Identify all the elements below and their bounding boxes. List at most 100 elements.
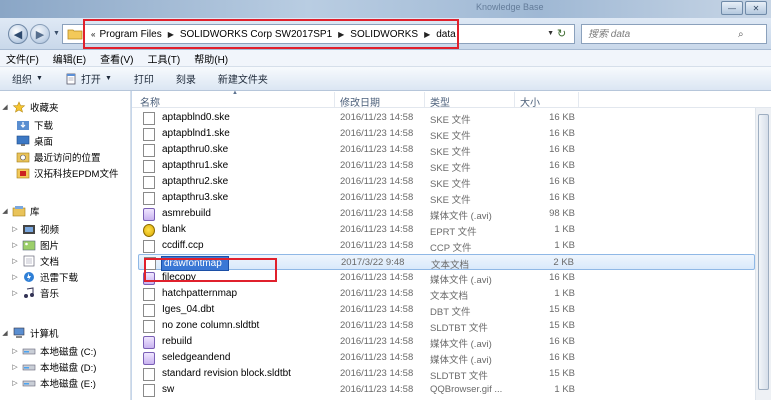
file-row[interactable]: aptapthru2.ske 2016/11/23 14:58 SKE 文件 16 K… [138,174,755,190]
collapse-arrow-icon[interactable]: ▷ [10,225,20,233]
nav-disk-e[interactable]: ▷ 本地磁盘 (E:) [10,375,96,391]
file-row[interactable]: rebuild 2016/11/23 14:58 媒体文件 (.avi) 16 KB [138,334,755,350]
menu-file[interactable]: 文件(F) [6,51,39,66]
file-row[interactable]: no zone column.sldtbt 2016/11/23 14:58 SLD… [138,318,755,334]
crumb-solidworks[interactable]: SOLIDWORKS [350,29,418,40]
file-size: 1 KB [554,384,575,395]
forward-button[interactable]: ▶ [30,24,50,44]
expand-arrow-icon[interactable]: ◢ [0,207,10,215]
file-row[interactable]: Iges_04.dbt 2016/11/23 14:58 DBT 文件 15 KB [138,302,755,318]
nav-music[interactable]: ▷ 音乐 [10,285,59,301]
collapse-arrow-icon[interactable]: ▷ [10,241,20,249]
file-row[interactable]: ccdiff.ccp 2016/11/23 14:58 CCP 文件 1 KB [138,238,755,254]
file-name[interactable]: drawfontmap [161,256,229,271]
close-button[interactable]: ✕ [745,1,767,15]
menu-view[interactable]: 查看(V) [100,51,133,66]
crumb-solidworks-corp[interactable]: SOLIDWORKS Corp SW2017SP1 [180,29,332,40]
drive-icon [22,364,36,371]
address-dropdown-icon[interactable]: ▼ [547,30,554,37]
open-button[interactable]: 打开 ▼ [65,71,112,86]
menu-edit[interactable]: 编辑(E) [53,51,86,66]
nav-computer[interactable]: ◢ 计算机 [0,325,59,341]
column-divider[interactable] [578,92,579,107]
file-name: sw [162,384,175,395]
file-row[interactable]: sw 2016/11/23 14:58 QQBrowser.gif ... 1 KB [138,382,755,398]
nav-disk-c[interactable]: ▷ 本地磁盘 (C:) [10,343,96,359]
file-row[interactable]: filecopy 2016/11/23 14:58 媒体文件 (.avi) 16 KB [138,270,755,286]
refresh-icon[interactable]: ↻ [557,27,571,41]
column-divider[interactable] [514,92,515,107]
collapse-arrow-icon[interactable]: ▷ [10,379,20,387]
nav-libraries[interactable]: ◢ 库 [0,203,40,219]
nav-downloads-label: 下载 [34,121,54,132]
menu-tools[interactable]: 工具(T) [147,51,180,66]
music-icon [24,287,34,298]
nav-downloads[interactable]: 下载 [14,117,53,133]
file-modified: 2016/11/23 14:58 [340,384,414,395]
file-name: aptapthru1.ske [162,160,229,171]
column-modified[interactable]: 修改日期 [340,94,380,109]
file-row[interactable]: blank 2016/11/23 14:58 EPRT 文件 1 KB [138,222,755,238]
expand-arrow-icon[interactable]: ◢ [0,329,10,337]
address-bar[interactable]: « Program Files ▶ SOLIDWORKS Corp SW2017… [62,19,575,49]
video-icon [23,225,35,234]
nav-disk-d[interactable]: ▷ 本地磁盘 (D:) [10,359,96,375]
nav-recent[interactable]: 最近访问的位置 [14,149,101,165]
file-row[interactable]: seledgeandend 2016/11/23 14:58 媒体文件 (.avi)… [138,350,755,366]
menu-bar: 文件(F) 编辑(E) 查看(V) 工具(T) 帮助(H) [0,50,771,67]
column-header-row: ▲ 名称 修改日期 类型 大小 [132,90,771,109]
file-row[interactable]: aptapthru0.ske 2016/11/23 14:58 SKE 文件 16 K… [138,142,755,158]
print-button[interactable]: 打印 [134,71,154,86]
file-row[interactable]: hatchpatternmap 2016/11/23 14:58 文本文档 1 KB [138,286,755,302]
nav-documents[interactable]: ▷ 文档 [10,253,59,269]
file-type: QQBrowser.gif ... [430,384,503,395]
collapse-arrow-icon[interactable]: ▷ [10,257,20,265]
column-type[interactable]: 类型 [430,94,450,109]
file-type: 媒体文件 (.avi) [430,355,492,366]
burn-button[interactable]: 刻录 [176,71,196,86]
nav-hantuo[interactable]: 汉拓科技EPDM文件 [14,165,118,181]
epdm-vault-icon [16,168,30,179]
nav-pictures[interactable]: ▷ 图片 [10,237,59,253]
column-divider[interactable] [424,92,425,107]
collapse-arrow-icon[interactable]: ▷ [10,273,20,281]
breadcrumb-separator-icon[interactable]: ▶ [168,30,174,39]
crumb-program-files[interactable]: Program Files [99,29,161,40]
file-row[interactable]: asmrebuild 2016/11/23 14:58 媒体文件 (.avi) 98 … [138,206,755,222]
nav-desktop[interactable]: 桌面 [14,133,53,149]
file-modified: 2016/11/23 14:58 [340,144,414,155]
search-box[interactable]: ⌕ [581,24,767,44]
search-input[interactable] [588,28,738,40]
search-icon[interactable]: ⌕ [738,29,744,40]
menu-help[interactable]: 帮助(H) [194,51,228,66]
crumb-data[interactable]: data [436,29,455,40]
breadcrumb-separator-icon[interactable]: ▶ [338,30,344,39]
breadcrumb-chevron-icon[interactable]: « [91,30,95,39]
file-row[interactable]: aptapblnd0.ske 2016/11/23 14:58 SKE 文件 16 K… [138,110,755,126]
file-modified: 2016/11/23 14:58 [340,272,414,283]
file-row[interactable]: aptapblnd1.ske 2016/11/23 14:58 SKE 文件 16 K… [138,126,755,142]
recent-pages-dropdown-icon[interactable]: ▼ [53,30,60,37]
breadcrumb-separator-icon[interactable]: ▶ [424,30,430,39]
column-size[interactable]: 大小 [520,94,540,109]
column-divider[interactable] [334,92,335,107]
collapse-arrow-icon[interactable]: ▷ [10,289,20,297]
file-size: 16 KB [549,160,575,171]
back-button[interactable]: ◀ [8,24,28,44]
new-folder-button[interactable]: 新建文件夹 [218,71,268,86]
file-row[interactable]: aptapthru3.ske 2016/11/23 14:58 SKE 文件 16 K… [138,190,755,206]
expand-arrow-icon[interactable]: ◢ [0,103,10,111]
file-row-selected[interactable]: drawfontmap 2017/3/22 9:48 文本文档 2 KB [138,254,755,271]
column-name[interactable]: 名称 [140,94,160,109]
collapse-arrow-icon[interactable]: ▷ [10,347,20,355]
minimize-button[interactable]: — [721,1,743,15]
nav-xunlei[interactable]: ▷ 迅雷下载 [10,269,78,285]
vertical-scrollbar[interactable] [755,108,771,400]
nav-videos[interactable]: ▷ 视频 [10,221,59,237]
file-row[interactable]: aptapthru1.ske 2016/11/23 14:58 SKE 文件 16 K… [138,158,755,174]
nav-favorites[interactable]: ◢ 收藏夹 [0,99,59,115]
file-row[interactable]: standard revision block.sldtbt 2016/11/23… [138,366,755,382]
collapse-arrow-icon[interactable]: ▷ [10,363,20,371]
organize-button[interactable]: 组织 ▼ [12,71,43,86]
scrollbar-thumb[interactable] [758,114,769,390]
